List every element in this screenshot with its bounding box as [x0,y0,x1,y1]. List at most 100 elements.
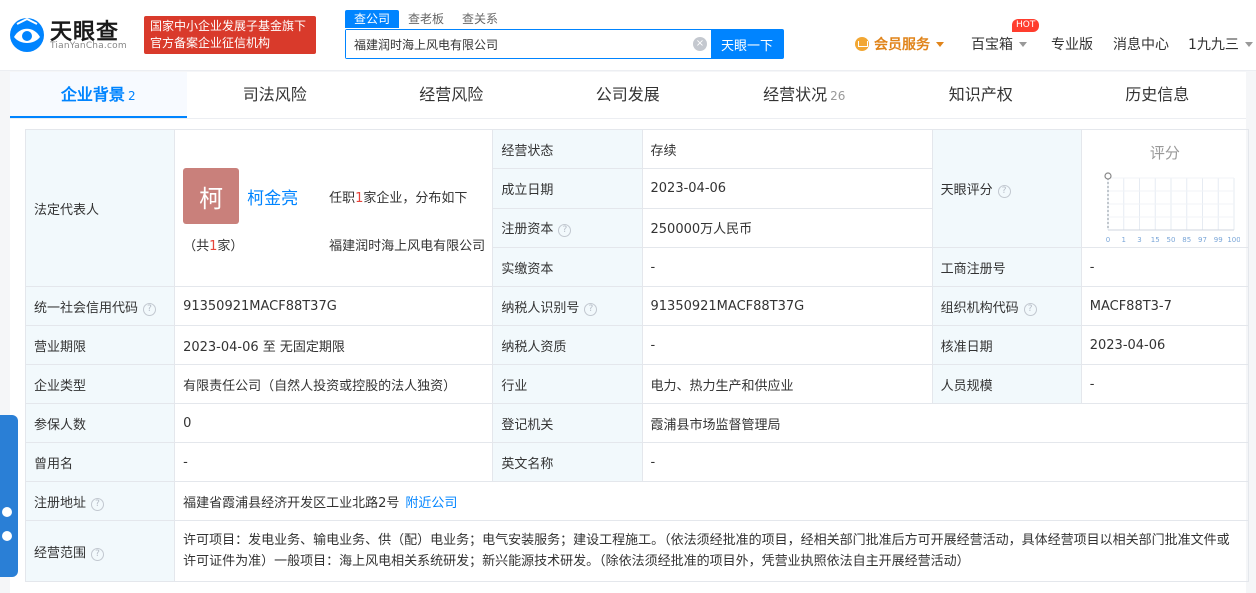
top-header: 天眼查 TianYanCha.com 国家中小企业发展子基金旗下 官方备案企业征… [0,0,1256,71]
tab-label: 企业背景 [60,85,125,104]
hot-badge: HOT [1012,19,1040,32]
x-tick-label: 85 [1182,236,1191,244]
tab-intellectual-property[interactable]: 知识产权 [893,72,1070,118]
tab-company-development[interactable]: 公司发展 [540,72,717,118]
nearby-companies-link[interactable]: 附近公司 [405,496,457,511]
help-icon[interactable]: ? [91,497,105,511]
org-code-value: MACF88T3-7 [1080,286,1250,326]
address-cell: 福建省霞浦县经济开发区工业北路2号 附近公司 [174,481,1249,521]
credit-code-value: 91350921MACF88T37G [174,286,494,326]
insured-label: 参保人数 [24,403,176,443]
score-chart-cell: 评分 0 1 3 15 50 85 97 99 100 [1080,129,1250,248]
tab-company-background[interactable]: 企业背景 2 [10,72,187,118]
chevron-down-icon [936,41,944,47]
dot-icon [2,531,12,541]
capital-label-cell: 注册资本? [492,207,643,249]
term-value: 2023-04-06 至 无固定期限 [174,325,494,365]
tab-label: 经营风险 [419,85,484,104]
search-input[interactable] [346,30,689,58]
company-type-value: 有限责任公司（自然人投资或控股的法人独资） [174,364,494,404]
score-chart: 0 1 3 15 50 85 97 99 100 [1104,172,1240,244]
credit-code-label-cell: 统一社会信用代码? [24,286,176,326]
tab-label: 公司发展 [595,85,660,104]
badge-line-2: 官方备案企业征信机构 [150,36,271,50]
legal-rep-total: （共1家） [183,239,244,254]
tab-history[interactable]: 历史信息 [1069,72,1246,118]
x-tick-label: 3 [1137,236,1141,244]
english-name-label: 英文名称 [492,442,643,482]
address-value: 福建省霞浦县经济开发区工业北路2号 [183,495,400,511]
insured-value: 0 [174,403,494,443]
x-tick-label: 0 [1106,236,1110,244]
tab-label: 知识产权 [948,85,1013,104]
chevron-down-icon [1244,41,1253,47]
toolbox-menu[interactable]: 百宝箱 [971,34,1027,54]
help-icon[interactable]: ? [584,302,598,316]
paid-capital-value: - [641,247,933,287]
toolbox-label: 百宝箱 [971,37,1013,53]
legal-rep-name-link[interactable]: 柯金亮 [247,184,298,209]
avatar[interactable]: 柯 [183,168,240,224]
help-icon[interactable]: ? [558,224,572,238]
user-name: 1九九三 [1188,37,1239,53]
authority-value: 霞浦县市场监督管理局 [641,403,1250,443]
former-name-value: - [174,442,494,482]
score-title: 评分 [1149,144,1180,162]
scope-label-cell: 经营范围? [24,520,176,582]
tab-judicial-risk[interactable]: 司法风险 [187,72,364,118]
search-tab-boss[interactable]: 查老板 [399,10,453,28]
tianyancha-logo[interactable]: 天眼查 TianYanCha.com [8,14,136,54]
founded-value: 2023-04-06 [641,168,933,209]
help-icon[interactable]: ? [91,547,105,561]
legal-rep-company-link[interactable]: 福建润时海上风电有限公司 [329,235,489,254]
close-icon: × [693,37,707,51]
business-scope-value: 许可项目：发电业务、输电业务、供（配）电业务；电气安装服务；建设工程施工。（依法… [174,520,1249,582]
help-icon[interactable]: ? [143,302,157,316]
approve-date-label: 核准日期 [931,325,1082,365]
tab-count: 2 [127,89,136,103]
x-tick-label: 15 [1151,236,1160,244]
status-label: 经营状态 [492,128,643,170]
search-tab-relation[interactable]: 查关系 [453,10,507,28]
logo-domain: TianYanCha.com [50,41,127,51]
crown-icon [855,37,869,51]
legal-rep-cell: 柯 柯金亮 （共1家） 任职1家企业，分布如下 福建润时海上风电有限公司 [174,129,494,287]
search-type-tabs: 查公司 查老板 查关系 [345,10,507,28]
tax-id-value: 91350921MACF88T37G [641,286,933,326]
x-tick-label: 99 [1214,236,1223,244]
tax-qual-value: - [641,325,933,365]
user-menu[interactable]: 1九九三 [1188,34,1253,54]
search-tab-company[interactable]: 查公司 [345,10,400,28]
company-type-label: 企业类型 [24,364,176,404]
help-icon[interactable]: ? [1023,302,1037,316]
founded-label: 成立日期 [492,168,643,209]
official-badge: 国家中小企业发展子基金旗下 官方备案企业征信机构 [144,16,316,54]
dot-icon [2,507,12,517]
score-label-cell: 天眼评分? [931,129,1082,248]
staff-size-value: - [1080,364,1250,404]
tab-business-status[interactable]: 经营状况 26 [716,72,893,118]
pro-version-link[interactable]: 专业版 [1051,34,1093,54]
capital-value: 250000万人民币 [641,207,933,249]
tab-label: 历史信息 [1125,85,1190,104]
message-center-link[interactable]: 消息中心 [1113,34,1169,54]
eye-logo-icon [10,17,44,52]
search-button[interactable]: 天眼一下 [711,30,783,58]
badge-line-1: 国家中小企业发展子基金旗下 [150,19,307,33]
industry-label: 行业 [492,364,643,404]
reg-no-value: - [1080,247,1250,287]
tab-business-risk[interactable]: 经营风险 [363,72,540,118]
clear-search-button[interactable]: × [689,30,711,58]
legal-rep-posts: 任职1家企业，分布如下 [329,191,468,206]
help-icon[interactable]: ? [997,185,1011,198]
reg-no-label: 工商注册号 [931,247,1082,287]
x-tick-label: 1 [1121,236,1125,244]
x-tick-label: 100 [1227,236,1240,244]
x-tick-label: 50 [1166,236,1175,244]
status-value: 存续 [641,128,933,170]
floating-side-tab[interactable] [0,415,18,577]
address-label-cell: 注册地址? [24,481,176,521]
member-service-menu[interactable]: 会员服务 [855,34,944,54]
tax-id-label-cell: 纳税人识别号? [492,286,643,326]
x-tick-label: 97 [1198,236,1207,244]
